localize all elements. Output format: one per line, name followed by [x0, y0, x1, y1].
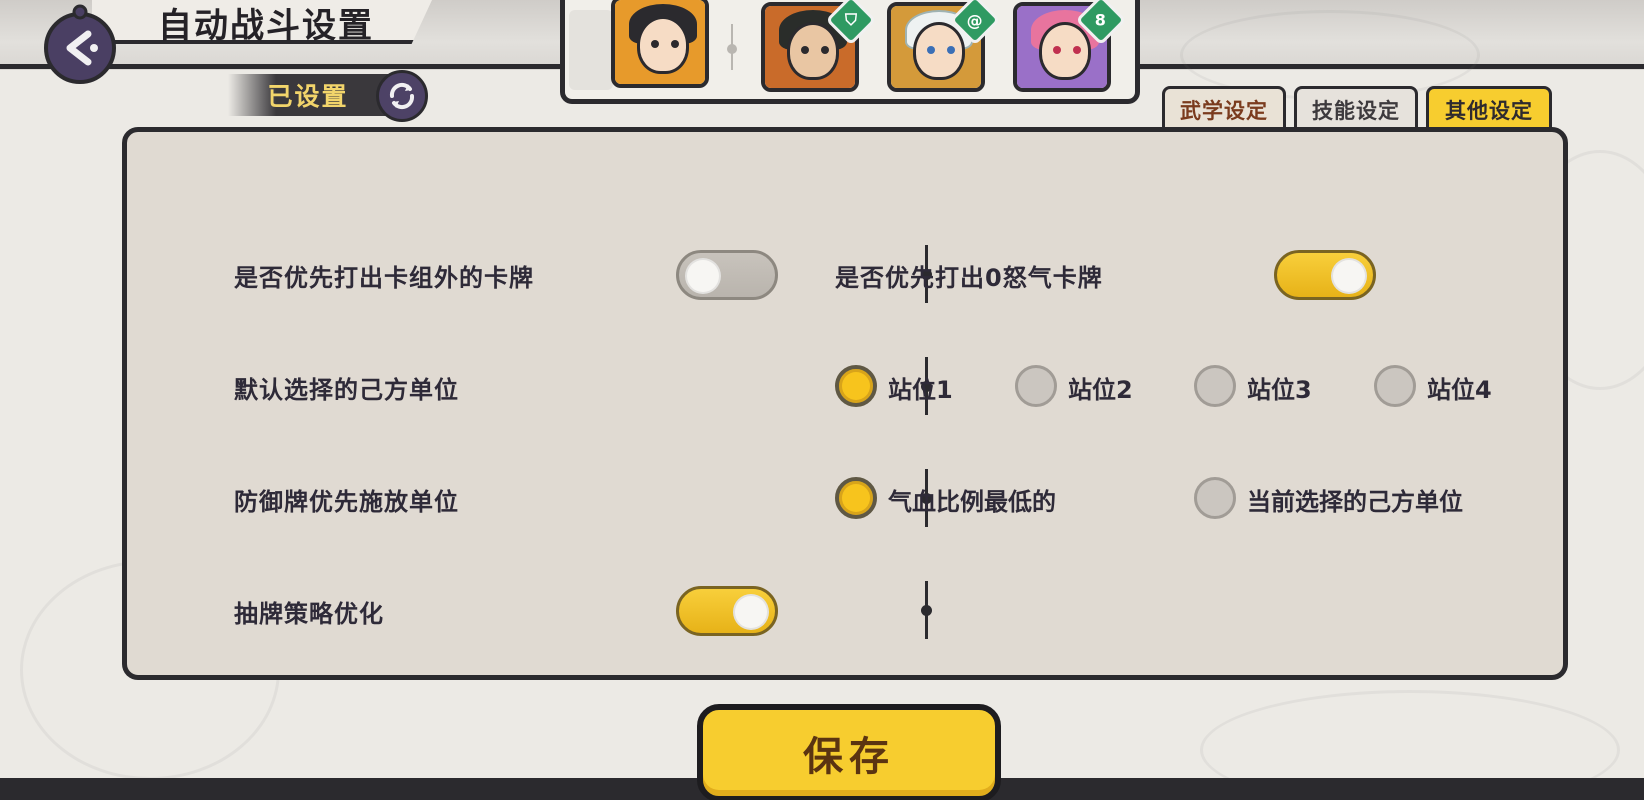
toggle-knob: [1331, 258, 1367, 294]
setting-label-defense-target: 防御牌优先施放单位: [234, 488, 459, 516]
portrait-face: [913, 22, 965, 80]
radio-label-current-ally: 当前选择的己方单位: [1247, 488, 1463, 516]
radio-label-position-2: 站位2: [1068, 376, 1133, 404]
radio-current-ally[interactable]: [1194, 477, 1236, 519]
portrait-face: [637, 16, 689, 74]
toggle-knob: [733, 594, 769, 630]
radio-label-position-1: 站位1: [888, 376, 953, 404]
toggle-play-zero-rage[interactable]: [1274, 250, 1376, 300]
save-button-label: 保存: [803, 734, 895, 780]
radio-position-2[interactable]: [1015, 365, 1057, 407]
strip-ghost: [569, 10, 613, 90]
portrait-eye: [1053, 46, 1061, 54]
settings-panel: 是否优先打出卡组外的卡牌 是否优先打出0怒气卡牌 默认选择的己方单位 站位1 站…: [122, 127, 1568, 680]
preset-status-label: 已设置: [267, 82, 349, 111]
radio-lowest-hp[interactable]: [835, 477, 877, 519]
portrait-eye: [651, 40, 659, 48]
toggle-draw-optimization[interactable]: [676, 586, 778, 636]
setting-label-draw-optimization: 抽牌策略优化: [234, 600, 384, 628]
radio-label-position-4: 站位4: [1427, 376, 1492, 404]
refresh-icon: [389, 82, 415, 110]
tab-other-settings[interactable]: 其他设定: [1426, 86, 1552, 130]
portrait-eye: [671, 40, 679, 48]
tab-martial-arts[interactable]: 武学设定: [1162, 86, 1286, 130]
setting-label-play-zero-rage: 是否优先打出0怒气卡牌: [835, 264, 1103, 292]
team-portrait-1[interactable]: [611, 0, 709, 88]
toggle-play-outside-deck[interactable]: [676, 250, 778, 300]
setting-label-play-outside-deck: 是否优先打出卡组外的卡牌: [234, 264, 534, 292]
radio-position-3[interactable]: [1194, 365, 1236, 407]
portrait-face: [1039, 22, 1091, 80]
portrait-eye: [821, 46, 829, 54]
portrait-eye: [947, 46, 955, 54]
radio-position-1[interactable]: [835, 365, 877, 407]
page-title: 自动战斗设置: [158, 6, 374, 46]
setting-label-default-ally: 默认选择的己方单位: [234, 376, 459, 404]
portrait-eye: [927, 46, 935, 54]
strip-divider-dot: [727, 44, 737, 54]
radio-label-position-3: 站位3: [1247, 376, 1312, 404]
portrait-eye: [801, 46, 809, 54]
tab-label: 武学设定: [1180, 98, 1268, 123]
radio-label-lowest-hp: 气血比例最低的: [888, 488, 1056, 516]
toggle-knob: [685, 258, 721, 294]
save-button[interactable]: 保存: [697, 704, 1001, 800]
back-button[interactable]: [38, 4, 122, 88]
team-strip: ⛉ @ 8: [560, 0, 1140, 104]
tab-label: 其他设定: [1445, 98, 1533, 123]
tab-label: 技能设定: [1312, 98, 1400, 123]
preset-status-bar: 已设置: [228, 74, 388, 116]
portrait-face: [787, 22, 839, 80]
refresh-button[interactable]: [376, 70, 428, 122]
tab-skills[interactable]: 技能设定: [1294, 86, 1418, 130]
radio-position-4[interactable]: [1374, 365, 1416, 407]
back-arrow-icon: [44, 4, 116, 84]
portrait-eye: [1073, 46, 1081, 54]
row-divider-dot: [921, 605, 932, 616]
